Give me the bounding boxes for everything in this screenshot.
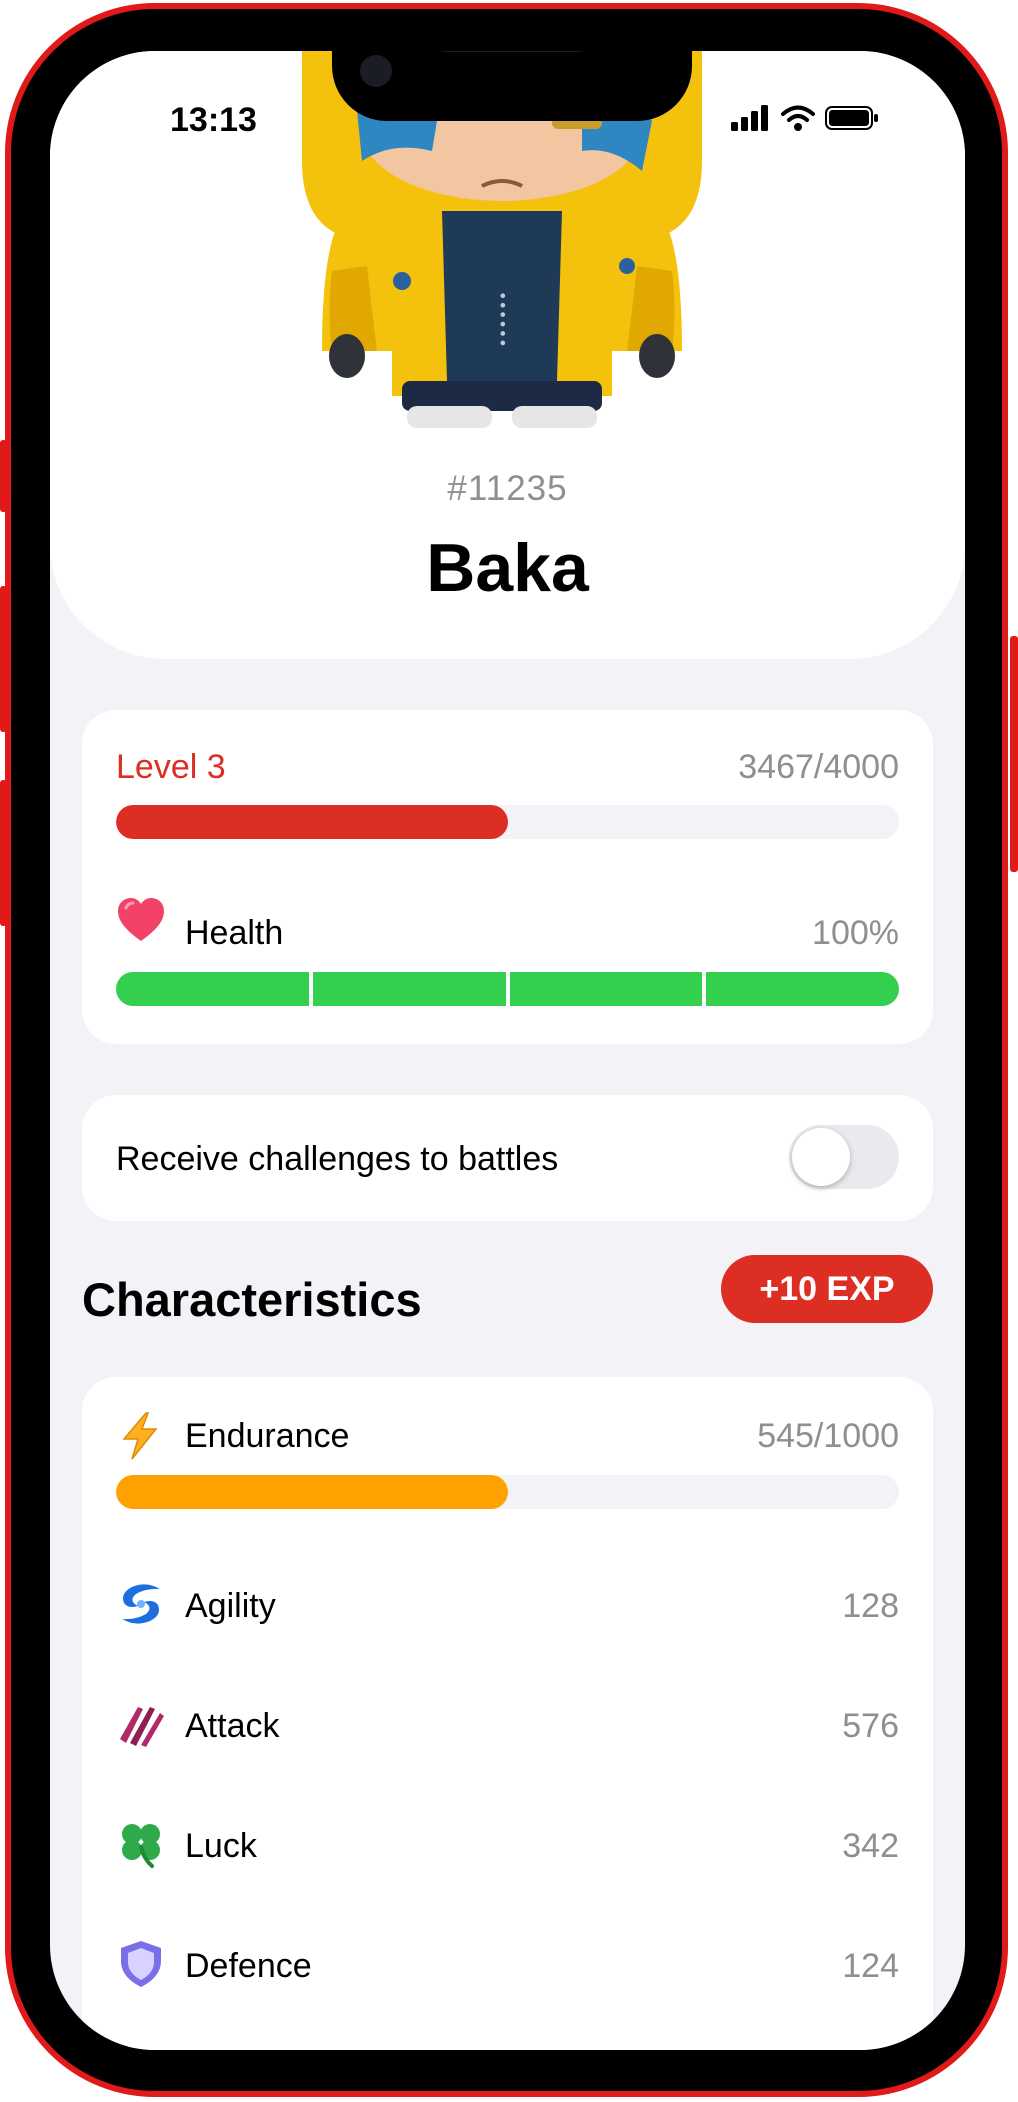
endurance-progress-bar [116, 1475, 899, 1509]
stat-label: Defence [185, 1947, 312, 1985]
character-name: Baka [426, 530, 589, 606]
heart-icon [118, 898, 164, 941]
status-icons [731, 105, 879, 131]
characteristics-title: Characteristics [82, 1273, 422, 1326]
attack-icon [120, 1707, 164, 1747]
camera-icon [360, 55, 392, 87]
shield-icon [121, 1941, 161, 1987]
battle-challenges-label: Receive challenges to battles [116, 1140, 559, 1178]
health-value: 100% [812, 914, 899, 952]
clover-icon [122, 1824, 160, 1868]
action-button [0, 440, 7, 512]
stat-value: 128 [842, 1587, 899, 1625]
health-label: Health [185, 914, 284, 952]
speaker [439, 51, 585, 52]
health-segment [509, 972, 703, 1006]
volume-up-button [0, 586, 7, 732]
add-exp-button[interactable]: +10 EXP [721, 1255, 933, 1323]
screen: •••••• 13:13 #11235 Baka Level 3 3467/40… [50, 51, 965, 2050]
wifi-icon [781, 105, 815, 131]
volume-down-button [0, 780, 7, 926]
health-segment [116, 972, 309, 1006]
svg-text:••••••: •••••• [493, 291, 512, 348]
stat-label: Attack [185, 1707, 280, 1745]
level-progress-fill [116, 805, 508, 839]
battery-icon [825, 106, 878, 130]
stat-label: Agility [185, 1587, 276, 1625]
status-time: 13:13 [170, 101, 257, 139]
health-bar [116, 972, 899, 1006]
level-label: Level 3 [116, 748, 226, 786]
lightning-icon [122, 1412, 158, 1460]
token-id: #11235 [447, 469, 568, 508]
stat-value: 124 [842, 1947, 899, 1985]
endurance-progress-fill [116, 1475, 508, 1509]
notch [332, 51, 692, 121]
battle-challenges-toggle[interactable] [789, 1125, 899, 1189]
profile-header: •••••• 13:13 #11235 Baka [50, 51, 965, 659]
endurance-label: Endurance [185, 1417, 350, 1455]
health-segment [312, 972, 506, 1006]
endurance-value: 545/1000 [757, 1417, 899, 1455]
health-segment [706, 972, 899, 1006]
stat-label: Luck [185, 1827, 257, 1865]
cellular-signal-icon [731, 105, 768, 131]
toggle-knob [792, 1128, 850, 1186]
xp-value: 3467/4000 [738, 748, 899, 786]
level-health-card: Level 3 3467/4000 Health 100% [82, 710, 933, 1044]
power-button [1010, 636, 1018, 872]
agility-icon [122, 1584, 160, 1624]
stat-value: 342 [842, 1827, 899, 1865]
battle-challenges-card: Receive challenges to battles [82, 1095, 933, 1221]
characteristics-card: Endurance 545/1000 Agility 128 Attack 57… [82, 1377, 933, 2050]
level-progress-bar [116, 805, 899, 839]
stat-value: 576 [842, 1707, 899, 1745]
